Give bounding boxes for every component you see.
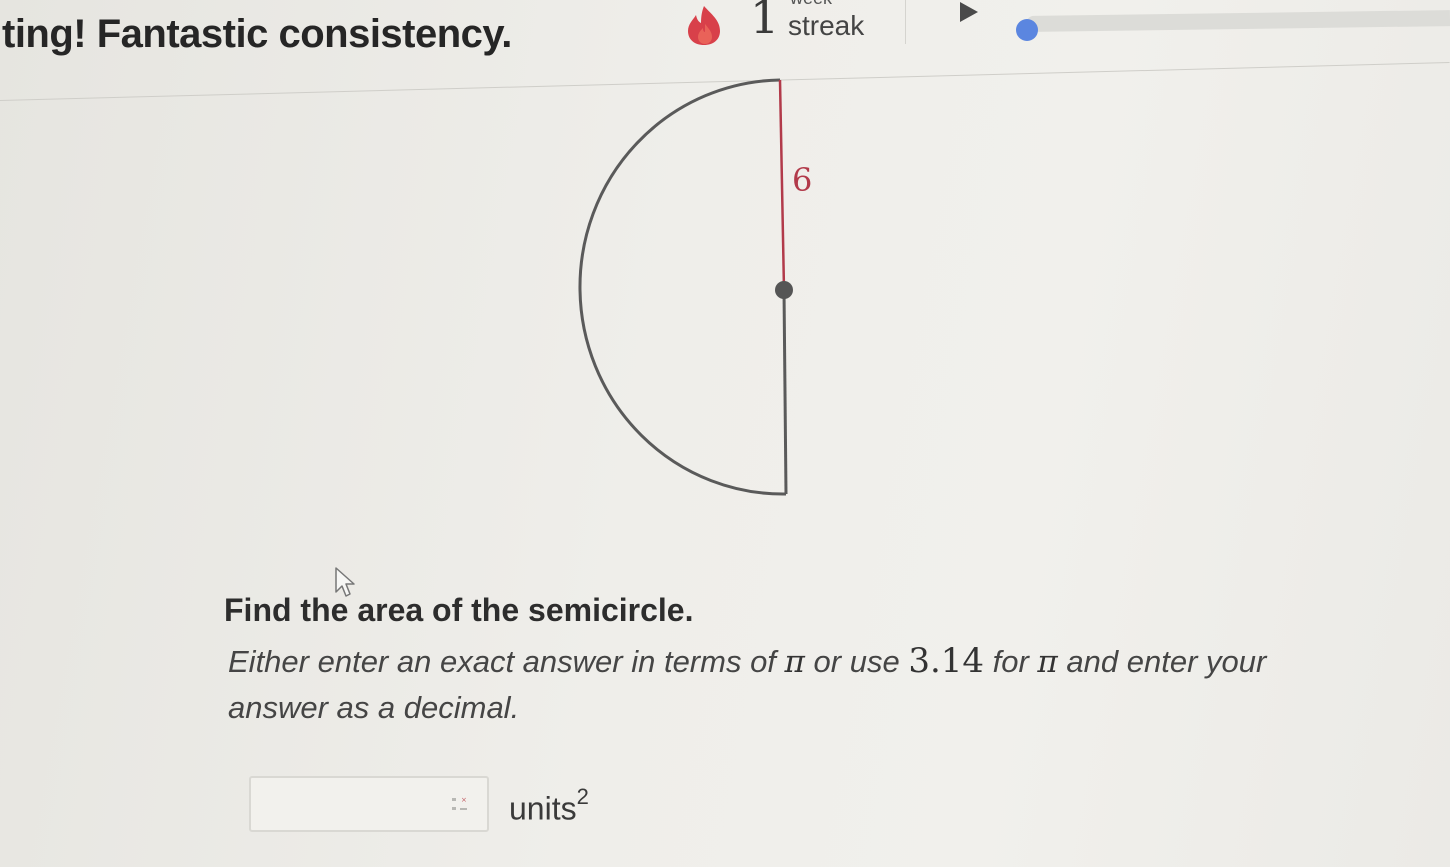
units-label: units2 — [509, 786, 589, 827]
banner-separator — [905, 0, 906, 44]
center-point — [775, 281, 793, 299]
progress-bar — [1025, 10, 1450, 32]
streak-label: streak — [788, 10, 865, 41]
diameter-lower — [782, 289, 788, 495]
instructions-text-3: for — [984, 644, 1038, 679]
play-icon[interactable] — [958, 0, 980, 28]
question-prompt: Find the area of the semicircle. — [224, 592, 694, 628]
units-text: units — [509, 790, 577, 827]
pi-approximation: 3.14 — [908, 641, 985, 681]
units-exponent: 2 — [576, 784, 589, 809]
pi-symbol-2: π — [1037, 644, 1058, 680]
instructions-text-1: Either enter an exact answer in terms of — [228, 644, 785, 679]
radius-segment — [778, 79, 786, 291]
semicircle-arc — [578, 78, 787, 496]
radius-label: 6 — [792, 161, 813, 199]
page: ting! Fantastic consistency. 1 week stre… — [0, 0, 1450, 867]
banner-message: ting! Fantastic consistency. — [2, 12, 512, 56]
instructions-text-2: or use — [804, 644, 909, 679]
flame-icon — [688, 6, 720, 45]
pi-symbol: π — [784, 644, 805, 680]
streak-count: 1 — [750, 0, 780, 44]
semicircle-diagram — [578, 78, 793, 496]
keypad-icon[interactable]: × — [450, 796, 472, 814]
progress-indicator — [1016, 19, 1038, 41]
streak-unit: week — [790, 0, 832, 7]
svg-text:×: × — [461, 796, 467, 804]
question-instructions: Either enter an exact answer in terms of… — [228, 638, 1338, 731]
